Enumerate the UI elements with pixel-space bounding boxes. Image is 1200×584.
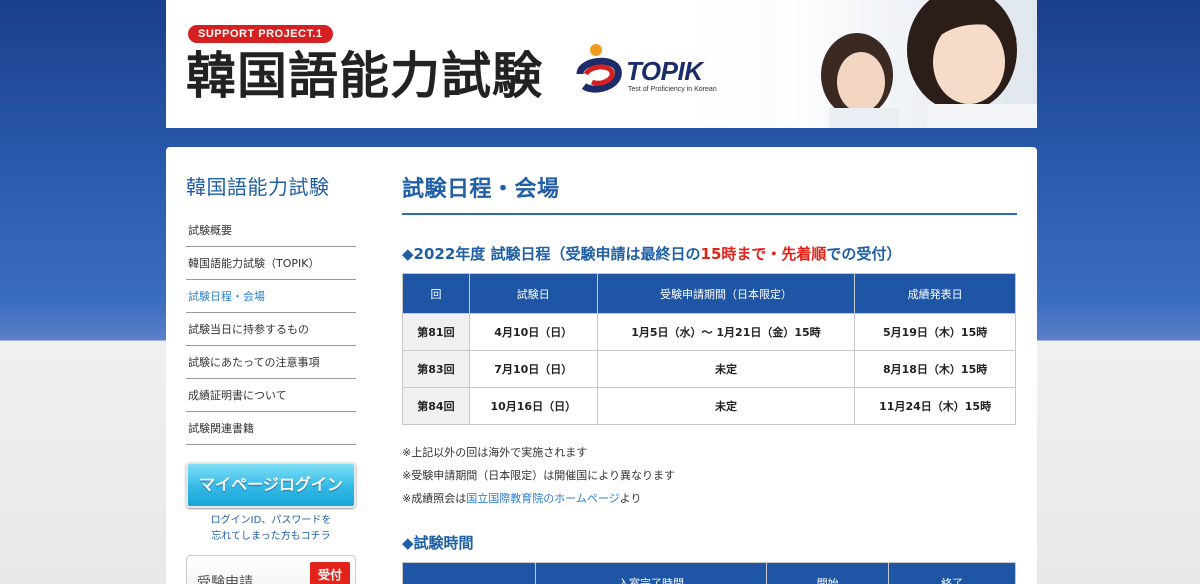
header-end: 終了 <box>888 562 1016 584</box>
students-photo <box>777 0 1037 128</box>
schedule-title-deadline: 15時まで <box>700 245 767 263</box>
note-results-pre: ※成績照会は <box>402 492 467 505</box>
exam-time-table: 入室完了時間 開始 終了 <box>402 562 1016 584</box>
cell-application-period: 1月5日（水）～ 1月21日（金）15時 <box>596 313 856 351</box>
sidebar-item-precautions[interactable]: 試験にあたっての注意事項 <box>186 346 356 379</box>
note-period: ※受験申請期間（日本限定）は開催国により異なります <box>402 469 675 482</box>
page-title: 試験日程・会場 <box>402 171 1017 215</box>
main-panel: 韓国語能力試験 試験概要 韓国語能力試験（TOPIK） 試験日程・会場 試験当日… <box>166 147 1037 584</box>
cell-round: 第81回 <box>402 313 470 351</box>
logo-subtitle: Test of Proficiency in Korean <box>628 86 717 93</box>
login-note-line-1: ログインID、パスワードを <box>210 515 332 526</box>
sidebar-nav: 試験概要 韓国語能力試験（TOPIK） 試験日程・会場 試験当日に持参するもの … <box>186 214 356 445</box>
forgot-credentials-link[interactable]: ログインID、パスワードを 忘れてしまった方もコチラ <box>186 513 356 545</box>
sidebar-item-books[interactable]: 試験関連書籍 <box>186 412 356 445</box>
header-exam-date: 試験日 <box>468 273 598 314</box>
niied-homepage-link[interactable]: 国立国際教育院のホームページ <box>466 492 619 505</box>
site-header: SUPPORT PROJECT.1 韓国語能力試験 TOPIK Test of … <box>166 0 1037 128</box>
cell-application-period: 未定 <box>596 350 856 388</box>
cell-result-date: 8月18日（木）15時 <box>854 350 1016 388</box>
cell-exam-date: 10月16日（日） <box>468 387 598 425</box>
cell-exam-date: 7月10日（日） <box>468 350 598 388</box>
header-application-period: 受験申請期間（日本限定） <box>596 273 856 314</box>
schedule-title-separator: ・ <box>766 245 782 263</box>
apply-button[interactable]: 受験申請 受付 <box>186 555 356 584</box>
note-overseas: ※上記以外の回は海外で実施されます <box>402 446 588 459</box>
schedule-title-pre: ◆2022年度 試験日程（受験申請は最終日の <box>402 245 701 263</box>
cell-result-date: 11月24日（木）15時 <box>854 387 1016 425</box>
schedule-title-post: での受付） <box>826 245 902 263</box>
sidebar-item-topik[interactable]: 韓国語能力試験（TOPIK） <box>186 247 356 280</box>
header-entry-time: 入室完了時間 <box>534 562 768 584</box>
exam-time-header-row: 入室完了時間 開始 終了 <box>402 562 1016 584</box>
login-note-line-2: 忘れてしまった方もコチラ <box>211 531 331 542</box>
cell-exam-date: 4月10日（日） <box>468 313 598 351</box>
header-round: 回 <box>402 273 470 314</box>
header-title: 韓国語能力試験 <box>186 46 543 105</box>
apply-label: 受験申請 <box>197 575 253 584</box>
content-area: 試験日程・会場 ◆2022年度 試験日程（受験申請は最終日の15時まで・先着順で… <box>402 147 1017 584</box>
apply-tag: 受付 <box>310 562 350 584</box>
sidebar-item-overview[interactable]: 試験概要 <box>186 214 356 247</box>
sidebar: 韓国語能力試験 試験概要 韓国語能力試験（TOPIK） 試験日程・会場 試験当日… <box>186 147 356 584</box>
sidebar-title: 韓国語能力試験 <box>186 175 330 199</box>
cell-result-date: 5月19日（木）15時 <box>854 313 1016 351</box>
topik-logo[interactable]: TOPIK Test of Proficiency in Korean <box>574 40 724 100</box>
schedule-section-title: ◆2022年度 試験日程（受験申請は最終日の15時まで・先着順での受付） <box>402 243 1017 264</box>
sidebar-item-certificate[interactable]: 成績証明書について <box>186 379 356 412</box>
cell-round: 第84回 <box>402 387 470 425</box>
sidebar-item-schedule[interactable]: 試験日程・会場 <box>186 280 356 313</box>
table-row: 第83回 7月10日（日） 未定 8月18日（木）15時 <box>402 350 1016 388</box>
mypage-login-button[interactable]: マイページログイン <box>186 462 356 508</box>
note-results-post: より <box>619 492 642 505</box>
sidebar-item-bring-items[interactable]: 試験当日に持参するもの <box>186 313 356 346</box>
header-blank <box>402 562 536 584</box>
schedule-notes: ※上記以外の回は海外で実施されます ※受験申請期間（日本限定）は開催国により異な… <box>402 441 1017 510</box>
schedule-table: 回 試験日 受験申請期間（日本限定） 成績発表日 第81回 4月10日（日） 1… <box>402 273 1016 425</box>
note-results: ※成績照会は国立国際教育院のホームページより <box>402 487 1017 510</box>
schedule-header-row: 回 試験日 受験申請期間（日本限定） 成績発表日 <box>402 273 1016 314</box>
schedule-title-first-come: 先着順 <box>781 245 827 263</box>
header-result-date: 成績発表日 <box>854 273 1016 314</box>
cell-application-period: 未定 <box>596 387 856 425</box>
exam-time-section-title: ◆試験時間 <box>402 534 474 552</box>
table-row: 第84回 10月16日（日） 未定 11月24日（木）15時 <box>402 387 1016 425</box>
cell-round: 第83回 <box>402 350 470 388</box>
table-row: 第81回 4月10日（日） 1月5日（水）～ 1月21日（金）15時 5月19日… <box>402 313 1016 351</box>
topik-logo-icon <box>576 44 622 93</box>
header-start: 開始 <box>766 562 890 584</box>
support-project-badge: SUPPORT PROJECT.1 <box>188 25 333 43</box>
logo-text: TOPIK <box>626 56 703 86</box>
